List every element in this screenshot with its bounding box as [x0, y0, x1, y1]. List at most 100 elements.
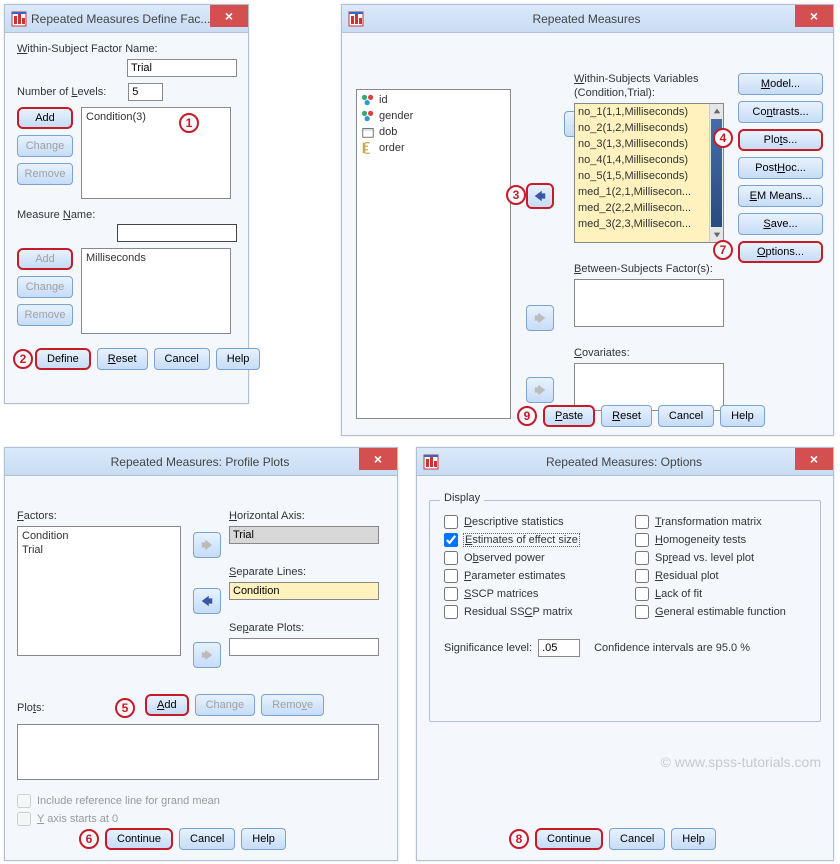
- checkbox-label: Observed power: [464, 552, 545, 564]
- contrasts-button[interactable]: Contrasts...: [738, 101, 823, 123]
- reset-button[interactable]: Reset: [97, 348, 148, 370]
- source-variables-listbox[interactable]: id gender dob order: [356, 89, 511, 419]
- transformation-checkbox[interactable]: [635, 515, 649, 529]
- em-means-button[interactable]: EM Means...: [738, 185, 823, 207]
- dialog-title: Repeated Measures: [368, 12, 833, 26]
- general-estimable-checkbox[interactable]: [635, 605, 649, 619]
- list-item[interactable]: no_5(1,5,Milliseconds): [575, 168, 709, 184]
- plots-listbox[interactable]: [17, 724, 379, 780]
- title-bar: Repeated Measures: Profile Plots ×: [5, 448, 397, 476]
- measure-change-button[interactable]: Change: [17, 276, 73, 298]
- list-item[interactable]: med_2(2,2,Millisecon...: [575, 200, 709, 216]
- cancel-button[interactable]: Cancel: [179, 828, 235, 850]
- factors-listbox[interactable]: Condition Trial: [17, 526, 181, 656]
- bsf-listbox[interactable]: [574, 279, 724, 327]
- haxis-transfer-button[interactable]: [193, 532, 221, 558]
- scrollbar[interactable]: [709, 104, 723, 242]
- plot-change-button[interactable]: Change: [195, 694, 256, 716]
- help-button[interactable]: Help: [241, 828, 286, 850]
- seplines-transfer-button[interactable]: [193, 588, 221, 614]
- plots-button[interactable]: Plots...: [738, 129, 823, 151]
- measure-add-button[interactable]: Add: [17, 248, 73, 270]
- list-item[interactable]: id: [359, 92, 508, 108]
- scroll-up-icon[interactable]: [710, 104, 723, 118]
- list-item[interactable]: med_1(2,1,Millisecon...: [575, 184, 709, 200]
- define-button[interactable]: Define: [35, 348, 91, 370]
- list-item[interactable]: gender: [359, 108, 508, 124]
- model-button[interactable]: Model...: [738, 73, 823, 95]
- residual-plot-checkbox[interactable]: [635, 569, 649, 583]
- factor-change-button[interactable]: Change: [17, 135, 73, 157]
- checkbox-label: Spread vs. level plot: [655, 552, 754, 564]
- cancel-button[interactable]: Cancel: [609, 828, 665, 850]
- factor-remove-button[interactable]: Remove: [17, 163, 73, 185]
- dialog-title: Repeated Measures: Profile Plots: [31, 455, 397, 469]
- list-item[interactable]: no_1(1,1,Milliseconds): [575, 104, 709, 120]
- separate-lines-input[interactable]: [229, 582, 379, 600]
- bsf-transfer-button[interactable]: [526, 305, 554, 331]
- cancel-button[interactable]: Cancel: [154, 348, 210, 370]
- callout-8: 8: [509, 829, 529, 849]
- save-button[interactable]: Save...: [738, 213, 823, 235]
- within-subject-factor-name-input[interactable]: [127, 59, 237, 77]
- cancel-button[interactable]: Cancel: [658, 405, 714, 427]
- options-button[interactable]: Options...: [738, 241, 823, 263]
- close-icon[interactable]: ×: [795, 5, 833, 27]
- measure-name-input[interactable]: [117, 224, 237, 242]
- plot-add-button[interactable]: Add: [145, 694, 189, 716]
- close-icon[interactable]: ×: [210, 5, 248, 27]
- significance-level-input[interactable]: [538, 639, 580, 657]
- checkbox-label: Residual SSCP matrix: [464, 606, 573, 618]
- measure-name-label: Measure Name:: [17, 209, 232, 221]
- help-button[interactable]: Help: [216, 348, 261, 370]
- close-icon[interactable]: ×: [795, 448, 833, 470]
- reset-button[interactable]: Reset: [601, 405, 652, 427]
- list-item[interactable]: no_4(1,4,Milliseconds): [575, 152, 709, 168]
- list-item[interactable]: no_2(1,2,Milliseconds): [575, 120, 709, 136]
- effect-size-checkbox[interactable]: [444, 533, 458, 547]
- dialog-title: Repeated Measures: Options: [443, 455, 833, 469]
- descriptive-checkbox[interactable]: [444, 515, 458, 529]
- observed-power-checkbox[interactable]: [444, 551, 458, 565]
- factors-listbox[interactable]: Condition(3): [81, 107, 231, 199]
- homogeneity-checkbox[interactable]: [635, 533, 649, 547]
- list-item[interactable]: Condition(3): [84, 110, 228, 124]
- factor-add-button[interactable]: Add: [17, 107, 73, 129]
- number-of-levels-label: Number of Levels:: [17, 86, 106, 98]
- list-item[interactable]: Condition: [20, 529, 178, 543]
- list-item[interactable]: order: [359, 140, 508, 156]
- plot-remove-button[interactable]: Remove: [261, 694, 324, 716]
- checkbox-label: SSCP matrices: [464, 588, 538, 600]
- sscp-checkbox[interactable]: [444, 587, 458, 601]
- parameter-estimates-checkbox[interactable]: [444, 569, 458, 583]
- watermark: © www.spss-tutorials.com: [661, 754, 821, 770]
- wsv-listbox[interactable]: no_1(1,1,Milliseconds) no_2(1,2,Millisec…: [575, 104, 709, 242]
- help-button[interactable]: Help: [720, 405, 765, 427]
- list-item[interactable]: dob: [359, 124, 508, 140]
- list-item[interactable]: Milliseconds: [84, 251, 228, 265]
- reference-line-checkbox[interactable]: [17, 794, 31, 808]
- list-item[interactable]: med_3(2,3,Millisecon...: [575, 216, 709, 232]
- continue-button[interactable]: Continue: [105, 828, 173, 850]
- y-axis-zero-checkbox[interactable]: [17, 812, 31, 826]
- close-icon[interactable]: ×: [359, 448, 397, 470]
- continue-button[interactable]: Continue: [535, 828, 603, 850]
- help-button[interactable]: Help: [671, 828, 716, 850]
- lack-of-fit-checkbox[interactable]: [635, 587, 649, 601]
- spread-level-checkbox[interactable]: [635, 551, 649, 565]
- residual-sscp-checkbox[interactable]: [444, 605, 458, 619]
- title-bar: Repeated Measures: Options ×: [417, 448, 833, 476]
- paste-button[interactable]: Paste: [543, 405, 595, 427]
- covariates-listbox[interactable]: [574, 363, 724, 411]
- covariates-transfer-button[interactable]: [526, 377, 554, 403]
- measures-listbox[interactable]: Milliseconds: [81, 248, 231, 334]
- measure-remove-button[interactable]: Remove: [17, 304, 73, 326]
- wsv-transfer-button[interactable]: [526, 183, 554, 209]
- list-item[interactable]: no_3(1,3,Milliseconds): [575, 136, 709, 152]
- list-item[interactable]: Trial: [20, 543, 178, 557]
- post-hoc-button[interactable]: Post Hoc...: [738, 157, 823, 179]
- horizontal-axis-input[interactable]: [229, 526, 379, 544]
- separate-plots-input[interactable]: [229, 638, 379, 656]
- number-of-levels-input[interactable]: [128, 83, 163, 101]
- sepplots-transfer-button[interactable]: [193, 642, 221, 668]
